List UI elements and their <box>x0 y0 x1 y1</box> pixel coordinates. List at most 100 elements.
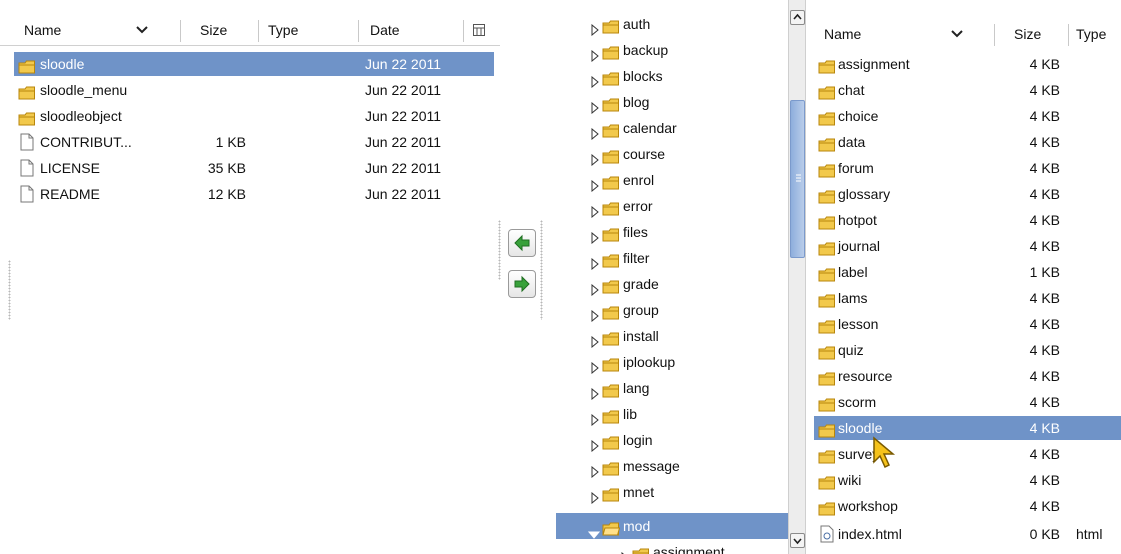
file-date: Jun 22 2011 <box>365 56 442 72</box>
list-item[interactable]: data 4 KB <box>814 130 1121 154</box>
pane-resize-grip[interactable] <box>498 220 501 280</box>
folder-icon <box>632 544 650 554</box>
remote-directory-tree[interactable]: auth backup blocks blog calendar course … <box>556 0 808 554</box>
file-date: Jun 22 2011 <box>365 82 442 98</box>
list-item[interactable]: forum 4 KB <box>814 156 1121 180</box>
list-item[interactable]: workshop 4 KB <box>814 494 1121 518</box>
file-name: sloodle_menu <box>40 82 128 98</box>
tree-item[interactable]: iplookup <box>556 349 788 375</box>
expand-arrow-icon[interactable] <box>590 148 600 167</box>
tree-item[interactable]: auth <box>556 11 788 37</box>
tree-item[interactable]: blocks <box>556 63 788 89</box>
tree-item[interactable]: filter <box>556 245 788 271</box>
list-item[interactable]: sloodleobject Jun 22 2011 <box>14 104 494 128</box>
expand-arrow-icon[interactable] <box>620 546 630 554</box>
scroll-up-button[interactable] <box>790 10 805 25</box>
collapse-arrow-icon[interactable] <box>587 522 601 539</box>
tree-item[interactable]: blog <box>556 89 788 115</box>
tree-item[interactable]: group <box>556 297 788 323</box>
tree-item[interactable]: install <box>556 323 788 349</box>
tree-item-label: lang <box>623 380 650 396</box>
tree-item[interactable]: lang <box>556 375 788 401</box>
tree-item[interactable]: mnet <box>556 479 788 505</box>
file-name: lesson <box>838 316 879 332</box>
tree-item[interactable]: assignment <box>556 539 788 554</box>
list-item[interactable]: lesson 4 KB <box>814 312 1121 336</box>
list-item[interactable]: chat 4 KB <box>814 78 1121 102</box>
expand-arrow-icon[interactable] <box>590 174 600 193</box>
column-header-type[interactable]: Type <box>268 14 298 46</box>
tree-item[interactable]: course <box>556 141 788 167</box>
tree-scrollbar[interactable] <box>788 0 806 554</box>
expand-arrow-icon[interactable] <box>590 486 600 505</box>
list-item[interactable]: hotpot 4 KB <box>814 208 1121 232</box>
tree-item[interactable]: files <box>556 219 788 245</box>
column-header-type[interactable]: Type <box>1076 18 1106 50</box>
list-item[interactable]: sloodle Jun 22 2011 <box>14 52 494 76</box>
tree-item[interactable]: lib <box>556 401 788 427</box>
file-size: 4 KB <box>1029 368 1060 384</box>
pane-resize-grip[interactable] <box>8 260 11 320</box>
download-button[interactable] <box>508 270 536 298</box>
expand-arrow-icon[interactable] <box>590 330 600 349</box>
expand-arrow-icon[interactable] <box>590 96 600 115</box>
expand-arrow-icon[interactable] <box>590 278 600 297</box>
expand-arrow-icon[interactable] <box>590 200 600 219</box>
column-header-size[interactable]: Size <box>1014 18 1041 50</box>
expand-arrow-icon[interactable] <box>590 18 600 37</box>
column-header-name[interactable]: Name <box>824 18 861 50</box>
document-icon <box>20 185 34 203</box>
expand-arrow-icon[interactable] <box>590 382 600 401</box>
expand-arrow-icon[interactable] <box>590 304 600 323</box>
list-item[interactable]: LICENSE 35 KB Jun 22 2011 <box>14 156 494 180</box>
list-item[interactable]: scorm 4 KB <box>814 390 1121 414</box>
remote-file-list[interactable]: Name Size Type assignment 4 KB chat 4 KB… <box>808 0 1121 554</box>
expand-arrow-icon[interactable] <box>590 70 600 89</box>
expand-arrow-icon[interactable] <box>590 122 600 141</box>
list-item[interactable]: quiz 4 KB <box>814 338 1121 362</box>
list-item[interactable]: resource 4 KB <box>814 364 1121 388</box>
expand-arrow-icon[interactable] <box>590 356 600 375</box>
scroll-down-button[interactable] <box>790 533 805 548</box>
list-item[interactable]: journal 4 KB <box>814 234 1121 258</box>
tree-item[interactable]: mod <box>556 513 788 539</box>
file-name: journal <box>838 238 881 254</box>
list-item[interactable]: survey 4 KB <box>814 442 1121 466</box>
list-item[interactable]: sloodle 4 KB <box>814 416 1121 440</box>
upload-button[interactable] <box>508 229 536 257</box>
file-size: 4 KB <box>1029 212 1060 228</box>
expand-arrow-icon[interactable] <box>590 434 600 453</box>
list-item[interactable]: assignment 4 KB <box>814 52 1121 76</box>
column-header-name[interactable]: Name <box>24 14 61 46</box>
list-item[interactable]: glossary 4 KB <box>814 182 1121 206</box>
tree-item[interactable]: calendar <box>556 115 788 141</box>
tree-item[interactable]: grade <box>556 271 788 297</box>
local-file-list[interactable]: Name Size Type Date sloodle Jun 22 2011 … <box>0 0 500 554</box>
list-item[interactable]: choice 4 KB <box>814 104 1121 128</box>
tree-item[interactable]: enrol <box>556 167 788 193</box>
column-header-date[interactable]: Date <box>370 14 400 46</box>
pane-resize-grip[interactable] <box>540 220 543 320</box>
list-item[interactable]: wiki 4 KB <box>814 468 1121 492</box>
list-item[interactable]: index.html 0 KB html <box>814 522 1121 546</box>
list-item[interactable]: README 12 KB Jun 22 2011 <box>14 182 494 206</box>
expand-arrow-icon[interactable] <box>590 460 600 479</box>
column-chooser-icon[interactable] <box>472 23 486 37</box>
expand-arrow-icon[interactable] <box>590 252 600 271</box>
chevron-down-icon[interactable] <box>135 25 149 35</box>
tree-item[interactable]: login <box>556 427 788 453</box>
list-item[interactable]: sloodle_menu Jun 22 2011 <box>14 78 494 102</box>
list-item[interactable]: label 1 KB <box>814 260 1121 284</box>
expand-arrow-icon[interactable] <box>590 44 600 63</box>
scroll-thumb[interactable] <box>790 100 805 258</box>
expand-arrow-icon[interactable] <box>590 408 600 427</box>
expand-arrow-icon[interactable] <box>590 226 600 245</box>
file-size: 4 KB <box>1029 108 1060 124</box>
tree-item[interactable]: backup <box>556 37 788 63</box>
chevron-down-icon[interactable] <box>950 29 964 39</box>
tree-item[interactable]: error <box>556 193 788 219</box>
tree-item[interactable]: message <box>556 453 788 479</box>
column-header-size[interactable]: Size <box>200 14 227 46</box>
list-item[interactable]: CONTRIBUT... 1 KB Jun 22 2011 <box>14 130 494 154</box>
list-item[interactable]: lams 4 KB <box>814 286 1121 310</box>
